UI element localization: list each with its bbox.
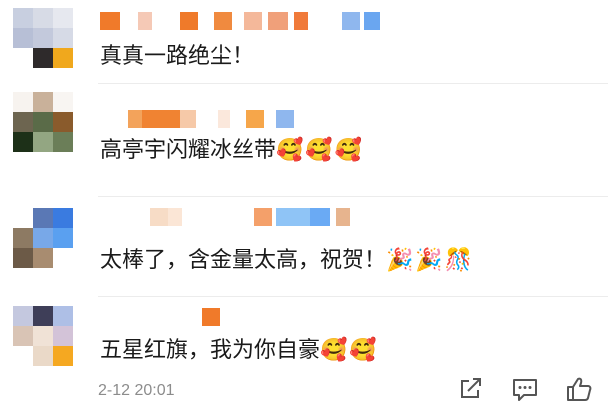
- username-pixel: [254, 208, 272, 226]
- emoji-face-icon: 🥰🥰🥰: [276, 138, 365, 163]
- username-pixel: [128, 110, 142, 128]
- username-pixel: [276, 110, 294, 128]
- divider: [98, 196, 608, 197]
- avatar-pixel: [33, 346, 53, 366]
- thumbs-up-icon[interactable]: [564, 376, 594, 402]
- avatar-pixel: [53, 8, 73, 28]
- avatar-pixel: [53, 326, 73, 346]
- avatar-pixel: [13, 208, 33, 228]
- avatar[interactable]: [13, 208, 73, 268]
- username-pixel: [168, 208, 182, 226]
- avatar-pixel: [33, 306, 53, 326]
- avatar-pixel: [33, 132, 53, 152]
- username-pixel: [202, 308, 220, 326]
- username-pixel: [310, 208, 330, 226]
- username[interactable]: [100, 12, 380, 30]
- username-pixel: [180, 12, 198, 30]
- divider: [98, 296, 608, 297]
- avatar-pixel: [53, 112, 73, 132]
- avatar-pixel: [53, 248, 73, 268]
- username-pixel: [214, 12, 232, 30]
- username-pixel: [218, 110, 230, 128]
- avatar-pixel: [13, 132, 33, 152]
- username-pixel: [336, 208, 350, 226]
- avatar-pixel: [33, 48, 53, 68]
- avatar-pixel: [53, 28, 73, 48]
- comment-text: 高亭宇闪耀冰丝带🥰🥰🥰: [100, 138, 365, 163]
- avatar-pixel: [33, 326, 53, 346]
- username-pixel: [150, 208, 168, 226]
- emoji-face-icon: 🥰🥰: [320, 338, 379, 363]
- avatar-pixel: [33, 248, 53, 268]
- avatar-pixel: [33, 208, 53, 228]
- avatar-pixel: [13, 346, 33, 366]
- avatar-pixel: [53, 228, 73, 248]
- avatar-pixel: [53, 132, 73, 152]
- avatar-pixel: [33, 92, 53, 112]
- comment-text: 太棒了，含金量太高，祝贺！🎉🎉🎊: [100, 248, 475, 273]
- comment-item: 太棒了，含金量太高，祝贺！🎉🎉🎊: [0, 198, 608, 296]
- avatar-pixel: [13, 228, 33, 248]
- username-pixel: [342, 12, 360, 30]
- comment-item: 五星红旗，我为你自豪🥰🥰 2-12 20:01: [0, 298, 608, 414]
- comment-icon[interactable]: [510, 376, 540, 402]
- avatar-pixel: [33, 28, 53, 48]
- comment-item: 真真一路绝尘！: [0, 0, 608, 86]
- avatar-pixel: [13, 306, 33, 326]
- username-pixel: [276, 208, 310, 226]
- share-icon[interactable]: [456, 376, 486, 402]
- comment-time: 2-12 20:01: [98, 382, 175, 399]
- username-pixel: [294, 12, 308, 30]
- username[interactable]: [100, 208, 350, 226]
- username[interactable]: [100, 110, 294, 128]
- avatar-pixel: [53, 306, 73, 326]
- avatar-pixel: [13, 92, 33, 112]
- username-pixel: [268, 12, 288, 30]
- avatar-pixel: [13, 8, 33, 28]
- username-pixel: [142, 110, 180, 128]
- username-pixel: [244, 12, 262, 30]
- username-pixel: [246, 110, 264, 128]
- party-popper-icon: 🎉🎉🎊: [386, 248, 475, 273]
- comment-item: 高亭宇闪耀冰丝带🥰🥰🥰: [0, 84, 608, 196]
- avatar[interactable]: [13, 92, 73, 152]
- avatar-pixel: [53, 92, 73, 112]
- avatar[interactable]: [13, 306, 73, 366]
- action-bar: [456, 376, 594, 402]
- comment-text: 五星红旗，我为你自豪🥰🥰: [100, 338, 379, 363]
- avatar[interactable]: [13, 8, 73, 68]
- avatar-pixel: [13, 112, 33, 132]
- avatar-pixel: [33, 112, 53, 132]
- avatar-pixel: [13, 326, 33, 346]
- avatar-pixel: [13, 28, 33, 48]
- username[interactable]: [100, 308, 220, 326]
- avatar-pixel: [33, 228, 53, 248]
- comment-text: 真真一路绝尘！: [100, 44, 255, 69]
- username-pixel: [364, 12, 380, 30]
- avatar-pixel: [53, 48, 73, 68]
- avatar-pixel: [33, 8, 53, 28]
- username-pixel: [138, 12, 152, 30]
- avatar-pixel: [13, 248, 33, 268]
- avatar-pixel: [53, 346, 73, 366]
- username-pixel: [100, 12, 120, 30]
- username-pixel: [180, 110, 196, 128]
- avatar-pixel: [13, 48, 33, 68]
- avatar-pixel: [53, 208, 73, 228]
